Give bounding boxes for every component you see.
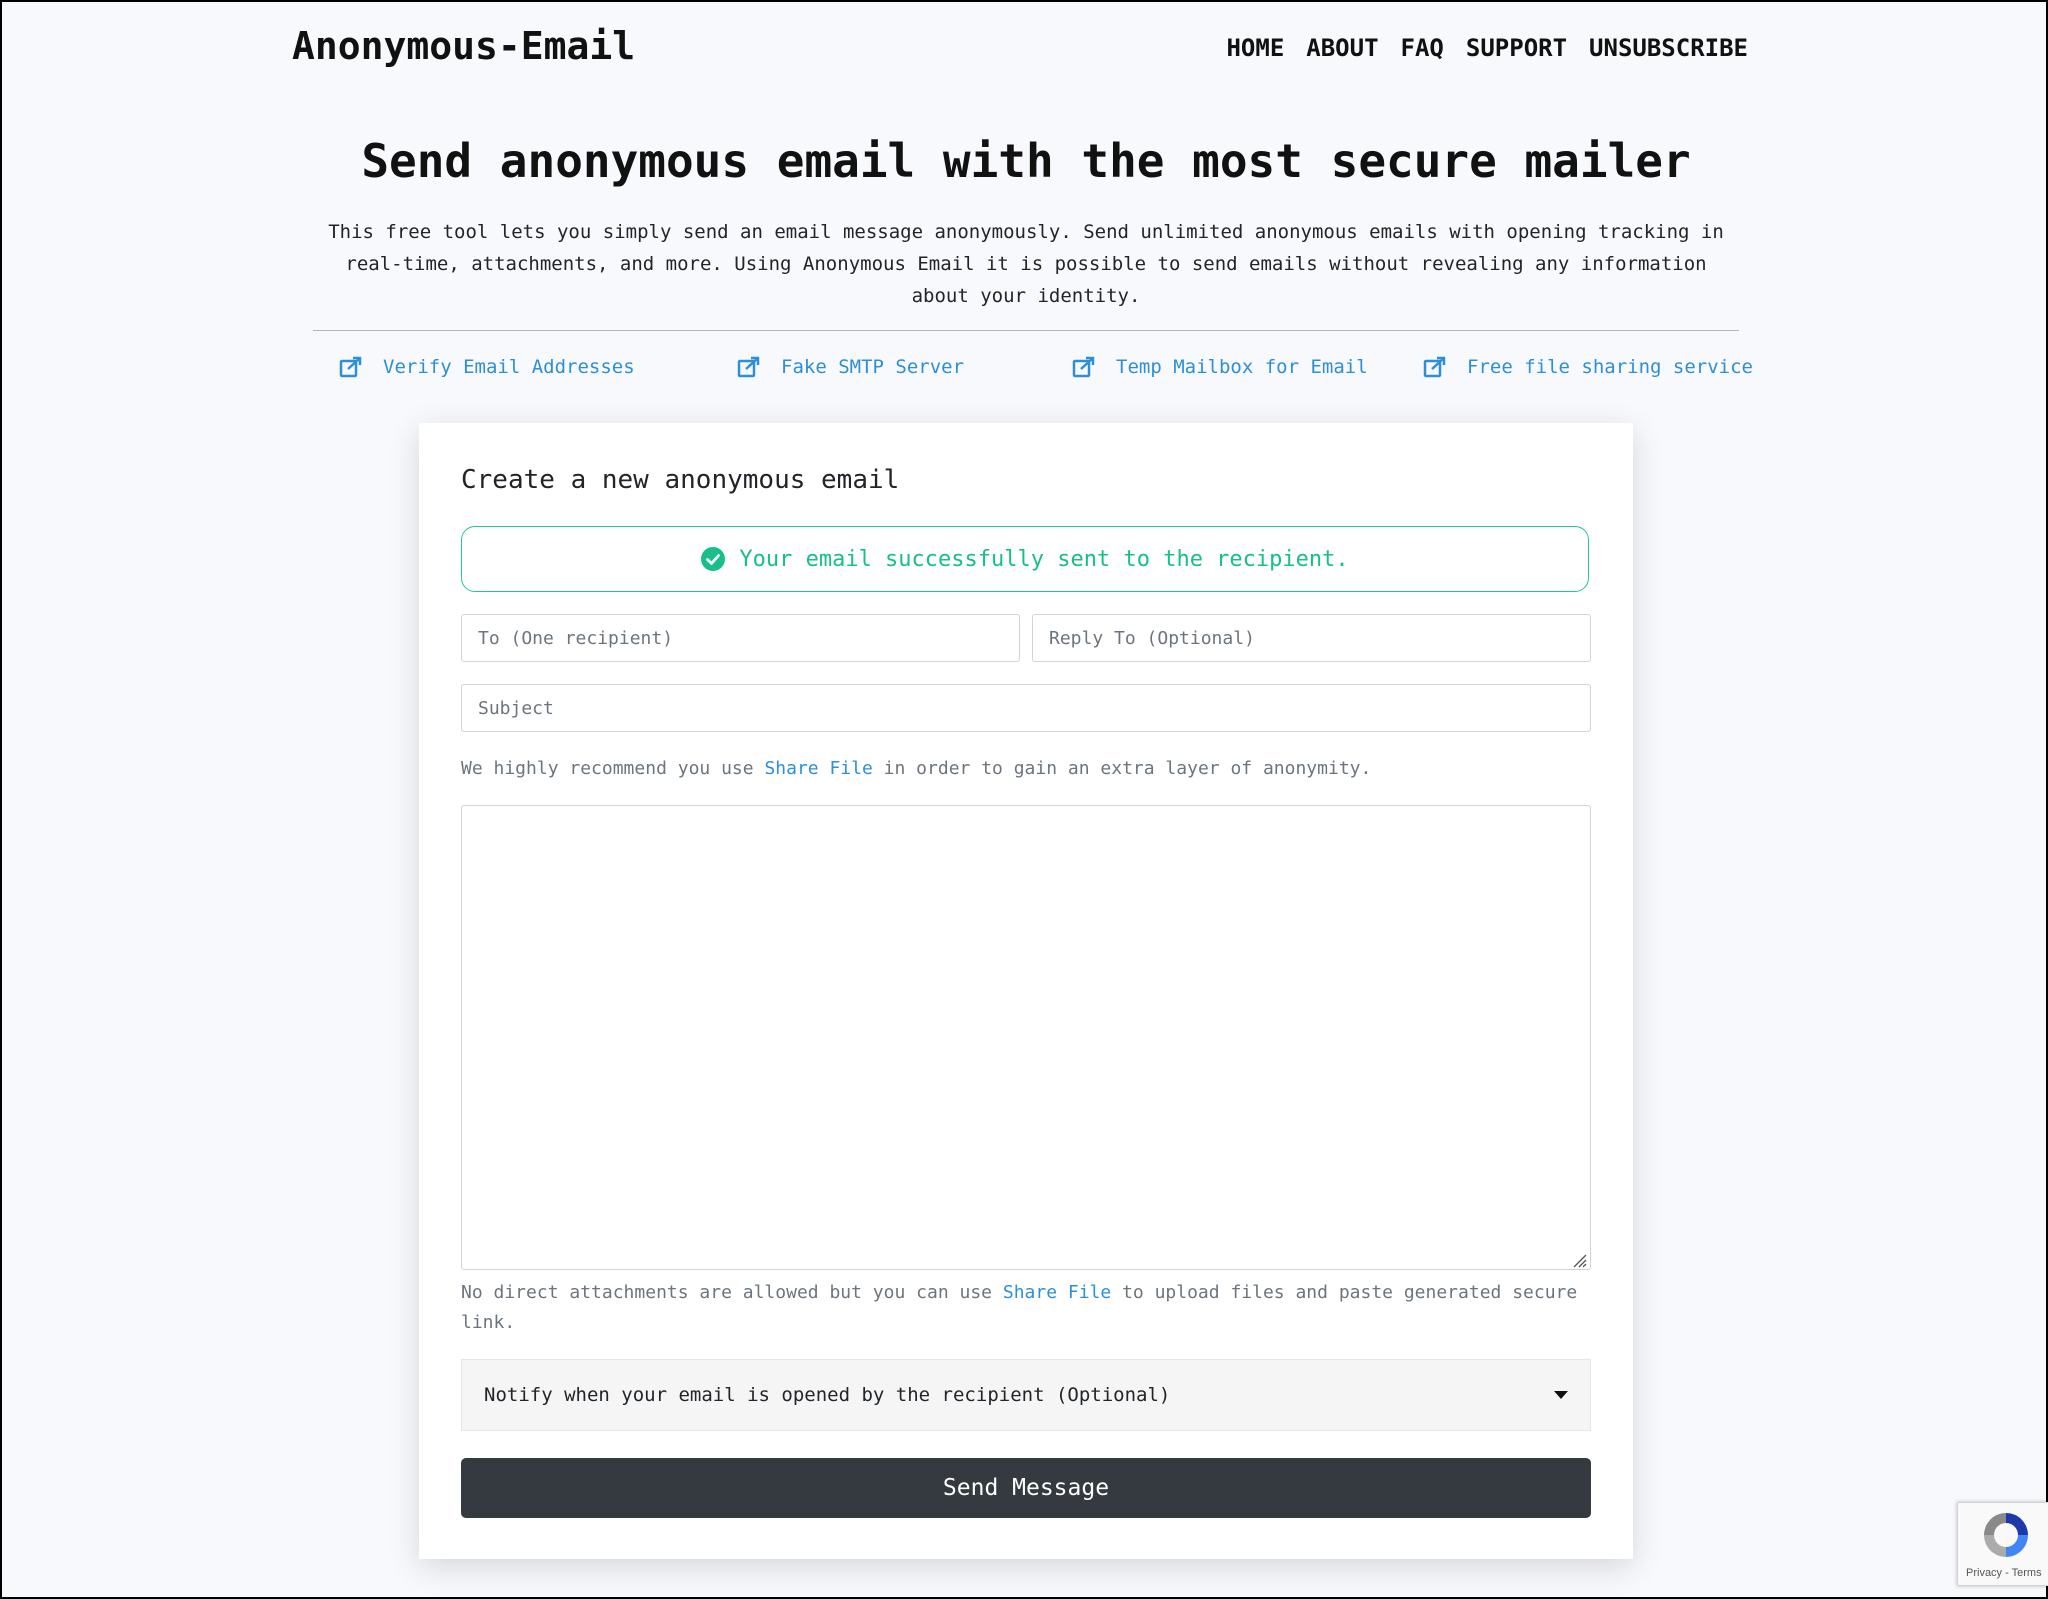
nav-home[interactable]: HOME [1226,34,1284,62]
share-file-hint: We highly recommend you use Share File i… [461,754,1371,784]
tool-link-label: Fake SMTP Server [781,356,965,378]
tool-link-temp-mailbox[interactable]: Temp Mailbox for Email [1072,356,1368,378]
tool-link-file-sharing[interactable]: Free file sharing service [1423,356,1753,378]
attachment-hint: No direct attachments are allowed but yo… [461,1278,1591,1338]
resize-handle-icon[interactable] [1571,1252,1587,1268]
tool-link-label: Temp Mailbox for Email [1116,356,1368,378]
notify-label: Notify when your email is opened by the … [484,1384,1171,1406]
page-title: Send anonymous email with the most secur… [361,134,1691,188]
reply-to-input[interactable] [1032,614,1591,662]
hint-text: in order to gain an extra layer of anony… [883,758,1372,779]
main-nav: HOME ABOUT FAQ SUPPORT UNSUBSCRIBE [1204,34,1748,62]
tool-link-label: Verify Email Addresses [383,356,635,378]
share-file-link[interactable]: Share File [764,758,872,779]
tool-links: Verify Email Addresses Fake SMTP Server … [2,356,2048,390]
recaptcha-logo-icon [1984,1513,2028,1557]
hint-text: No direct attachments are allowed but yo… [461,1282,993,1303]
nav-support[interactable]: SUPPORT [1466,34,1567,62]
email-form-card: Create a new anonymous email Your email … [419,423,1633,1559]
page-description: This free tool lets you simply send an e… [328,221,1724,307]
external-link-icon [1072,356,1095,378]
external-link-icon [1423,356,1446,378]
tool-link-verify-email[interactable]: Verify Email Addresses [339,356,635,378]
hint-text: We highly recommend you use [461,758,754,779]
subject-input[interactable] [461,684,1591,732]
recaptcha-badge[interactable]: Privacy - Terms [1957,1502,2048,1586]
form-title: Create a new anonymous email [461,465,900,495]
recaptcha-text: Privacy - Terms [1966,1567,2042,1579]
section-divider [313,330,1739,331]
tool-link-label: Free file sharing service [1467,356,1753,378]
to-input[interactable] [461,614,1020,662]
send-message-button[interactable]: Send Message [461,1458,1591,1518]
message-textarea[interactable] [461,805,1591,1270]
share-file-link[interactable]: Share File [1003,1282,1111,1303]
site-logo[interactable]: Anonymous-Email [292,24,635,68]
check-circle-icon [701,547,726,571]
caret-down-icon [1554,1391,1568,1399]
tool-link-fake-smtp[interactable]: Fake SMTP Server [737,356,964,378]
success-alert-text: Your email successfully sent to the reci… [739,546,1349,572]
notify-dropdown[interactable]: Notify when your email is opened by the … [461,1359,1591,1431]
external-link-icon [339,356,362,378]
nav-about[interactable]: ABOUT [1306,34,1378,62]
site-header: Anonymous-Email HOME ABOUT FAQ SUPPORT U… [292,20,1748,80]
success-alert: Your email successfully sent to the reci… [461,526,1589,592]
external-link-icon [737,356,760,378]
nav-unsubscribe[interactable]: UNSUBSCRIBE [1589,34,1748,62]
nav-faq[interactable]: FAQ [1401,34,1444,62]
